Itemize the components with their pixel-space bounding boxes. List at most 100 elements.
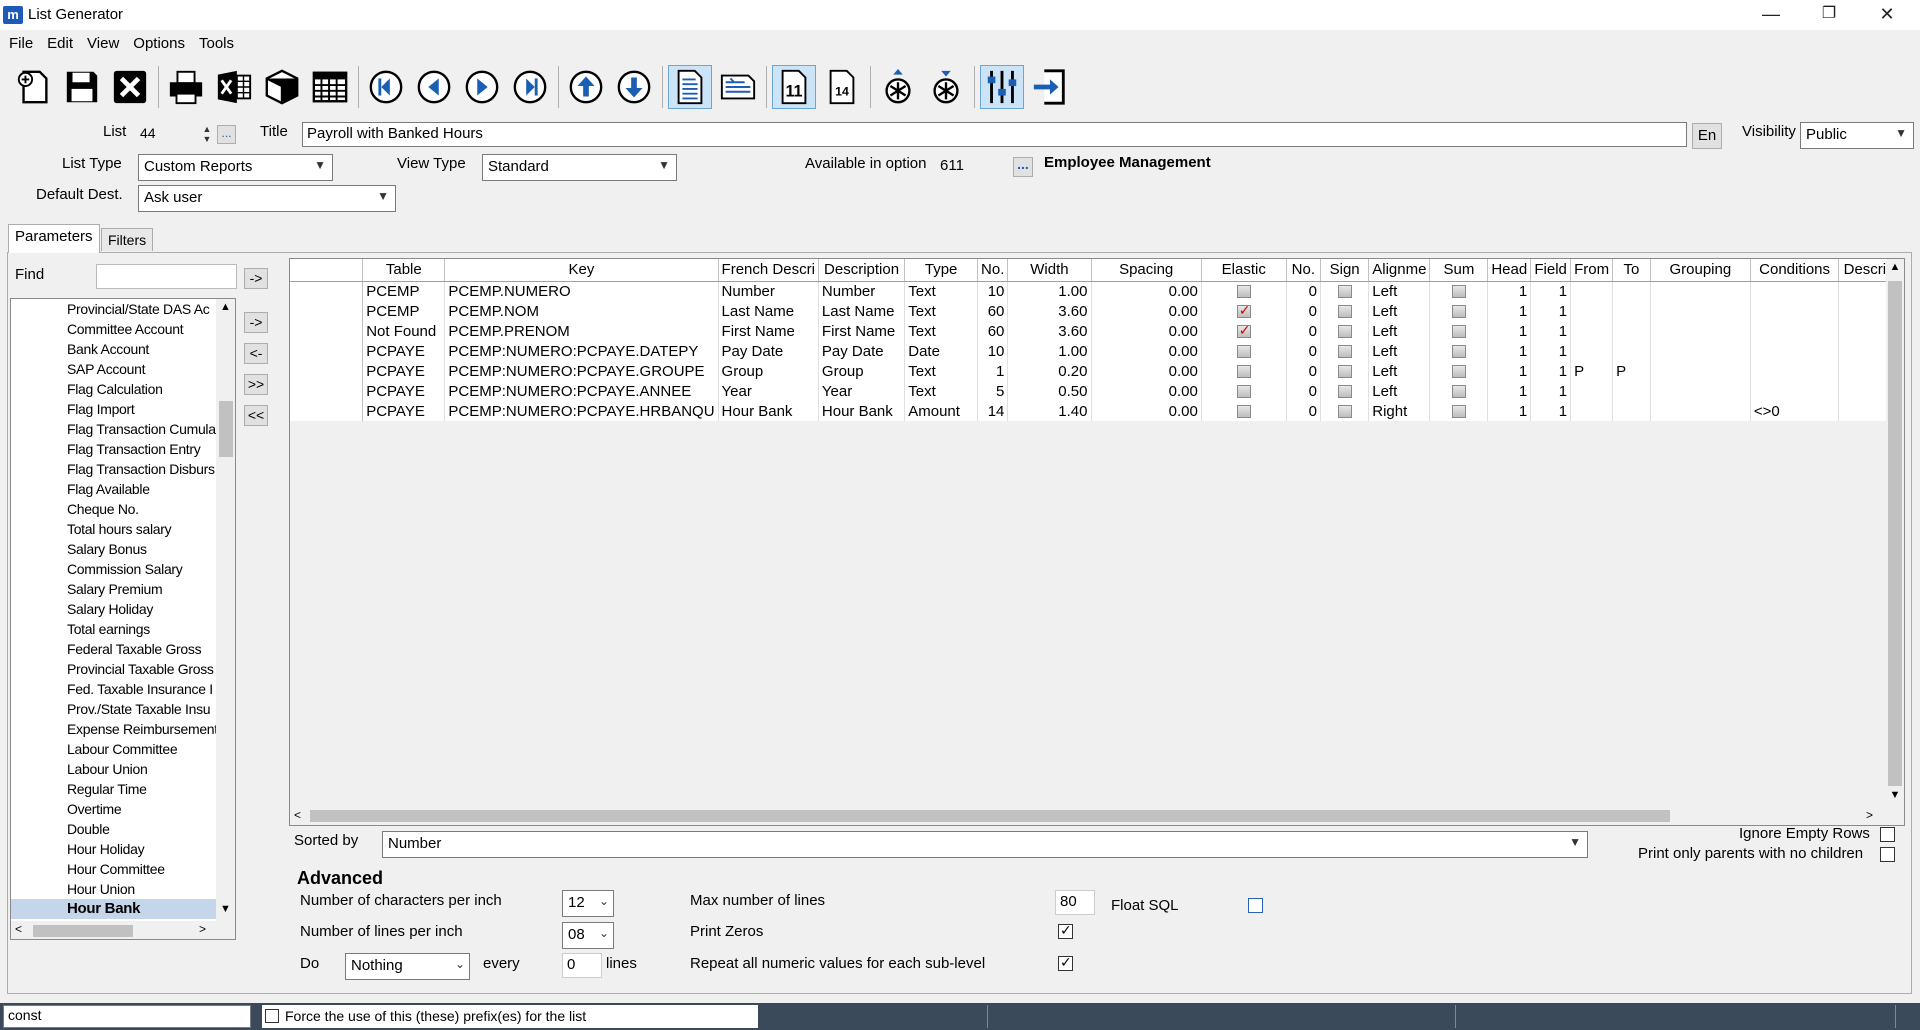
do-select[interactable]: Nothing ⌄ xyxy=(345,953,470,980)
list-item[interactable]: Hour Holiday xyxy=(11,839,216,859)
sum-checkbox[interactable] xyxy=(1451,325,1466,339)
from-cell[interactable]: P xyxy=(1570,361,1614,381)
column-header[interactable] xyxy=(290,259,364,282)
no2-cell[interactable]: 0 xyxy=(1286,341,1322,361)
no-cell[interactable]: 10 xyxy=(977,341,1009,361)
option-browse-button[interactable]: ... xyxy=(1013,157,1033,177)
field-cell[interactable]: 1 xyxy=(1530,381,1572,401)
spacing-cell[interactable]: 0.00 xyxy=(1091,401,1202,421)
list-item[interactable]: Total earnings xyxy=(11,619,216,639)
align-cell[interactable]: Right xyxy=(1368,401,1431,421)
sum-checkbox[interactable] xyxy=(1451,305,1466,319)
table-row[interactable]: PCPAYE PCEMP:NUMERO:PCPAYE.ANNEE Year Year T… xyxy=(290,381,1904,401)
no2-cell[interactable]: 0 xyxy=(1286,361,1322,381)
tab-parameters[interactable]: Parameters xyxy=(8,224,100,253)
sum-checkbox[interactable] xyxy=(1451,345,1466,359)
column-header[interactable]: French Descri xyxy=(718,259,819,282)
conditions-cell[interactable] xyxy=(1750,361,1840,381)
sum-checkbox[interactable] xyxy=(1451,365,1466,379)
column-header[interactable]: Sum xyxy=(1429,259,1489,282)
to-cell[interactable] xyxy=(1612,321,1651,341)
table-row[interactable]: PCPAYE PCEMP:NUMERO:PCPAYE.HRBANQU Hour Ba… xyxy=(290,401,1904,421)
sign-cell[interactable] xyxy=(1320,301,1370,321)
french-cell[interactable]: Last Name xyxy=(718,301,819,321)
desc-cell[interactable]: First Name xyxy=(818,321,906,341)
print-zeros-checkbox[interactable] xyxy=(1058,922,1073,939)
key-cell[interactable]: PCEMP:NUMERO:PCPAYE.GROUPE xyxy=(444,361,719,381)
desc-cell[interactable]: Pay Date xyxy=(818,341,906,361)
no-cell[interactable]: 14 xyxy=(977,401,1009,421)
french-cell[interactable]: Pay Date xyxy=(718,341,819,361)
cell[interactable] xyxy=(290,401,364,421)
table-cell[interactable]: PCPAYE xyxy=(362,401,446,421)
font-14-button[interactable]: 14 xyxy=(820,65,864,109)
sum-cell[interactable] xyxy=(1429,321,1489,341)
scroll-thumb[interactable] xyxy=(219,401,233,457)
grouping-cell[interactable] xyxy=(1650,401,1751,421)
first-record-button[interactable] xyxy=(364,65,408,109)
column-header[interactable]: Key xyxy=(444,259,719,282)
title-input[interactable]: Payroll with Banked Hours xyxy=(302,122,1687,147)
field-cell[interactable]: 1 xyxy=(1530,321,1572,341)
from-cell[interactable] xyxy=(1570,281,1614,301)
table-cell[interactable]: PCEMP xyxy=(362,301,446,321)
align-cell[interactable]: Left xyxy=(1368,281,1431,301)
sum-cell[interactable] xyxy=(1429,301,1489,321)
sign-cell[interactable] xyxy=(1320,341,1370,361)
field-list-hscrollbar[interactable]: < > xyxy=(11,921,235,939)
add-all-button[interactable]: >> xyxy=(244,374,268,395)
conditions-cell[interactable] xyxy=(1750,381,1840,401)
list-item[interactable]: Federal Taxable Gross xyxy=(11,639,216,659)
french-cell[interactable]: Group xyxy=(718,361,819,381)
no-cell[interactable]: 60 xyxy=(977,321,1009,341)
align-cell[interactable]: Left xyxy=(1368,301,1431,321)
from-cell[interactable] xyxy=(1570,401,1614,421)
sliders-button[interactable] xyxy=(980,65,1024,109)
list-item[interactable]: Committee Account xyxy=(11,319,216,339)
move-up-button[interactable] xyxy=(564,65,608,109)
key-cell[interactable]: PCEMP:NUMERO:PCPAYE.HRBANQU xyxy=(444,401,719,421)
list-item[interactable]: SAP Account xyxy=(11,359,216,379)
sign-cell[interactable] xyxy=(1320,321,1370,341)
language-button[interactable]: En xyxy=(1692,123,1722,149)
sign-checkbox[interactable] xyxy=(1337,385,1352,399)
desc-cell[interactable]: Group xyxy=(818,361,906,381)
print-button[interactable] xyxy=(164,65,208,109)
key-cell[interactable]: PCEMP:NUMERO:PCPAYE.ANNEE xyxy=(444,381,719,401)
table-cell[interactable]: PCPAYE xyxy=(362,381,446,401)
column-header[interactable]: No. xyxy=(1286,259,1322,282)
table-row[interactable]: Not Found PCEMP.PRENOM First Name First Nam… xyxy=(290,321,1904,341)
table-row[interactable]: PCEMP PCEMP.NUMERO Number Number Text 10 1.00 0… xyxy=(290,281,1904,301)
list-item[interactable]: Fed. Taxable Insurance I xyxy=(11,679,216,699)
key-cell[interactable]: PCEMP.PRENOM xyxy=(444,321,719,341)
width-cell[interactable]: 0.20 xyxy=(1007,361,1092,381)
sum-cell[interactable] xyxy=(1429,381,1489,401)
conditions-cell[interactable] xyxy=(1750,301,1840,321)
excel-button[interactable] xyxy=(212,65,256,109)
to-cell[interactable] xyxy=(1612,341,1651,361)
french-cell[interactable]: Hour Bank xyxy=(718,401,819,421)
list-item[interactable]: Salary Premium xyxy=(11,579,216,599)
conditions-cell[interactable] xyxy=(1750,341,1840,361)
column-header[interactable]: Spacing xyxy=(1091,259,1202,282)
list-item[interactable]: Expense Reimbursement xyxy=(11,719,216,739)
conditions-cell[interactable] xyxy=(1750,281,1840,301)
spacing-cell[interactable]: 0.00 xyxy=(1091,361,1202,381)
column-header[interactable]: From xyxy=(1570,259,1614,282)
menu-edit[interactable]: Edit xyxy=(40,32,80,52)
list-item[interactable]: Overtime xyxy=(11,799,216,819)
find-input[interactable] xyxy=(96,264,237,289)
view-type-select[interactable]: Standard ▼ xyxy=(482,154,677,181)
menu-options[interactable]: Options xyxy=(126,32,192,52)
next-record-button[interactable] xyxy=(460,65,504,109)
field-cell[interactable]: 1 xyxy=(1530,301,1572,321)
width-cell[interactable]: 1.00 xyxy=(1007,341,1092,361)
sum-cell[interactable] xyxy=(1429,341,1489,361)
table-cell[interactable]: Not Found xyxy=(362,321,446,341)
box-button[interactable] xyxy=(260,65,304,109)
list-item[interactable]: Hour Bank xyxy=(11,899,216,919)
visibility-select[interactable]: Public ▼ xyxy=(1800,122,1914,149)
french-cell[interactable]: Year xyxy=(718,381,819,401)
list-item[interactable]: Prov./State Taxable Insu xyxy=(11,699,216,719)
column-header[interactable]: Head xyxy=(1487,259,1532,282)
